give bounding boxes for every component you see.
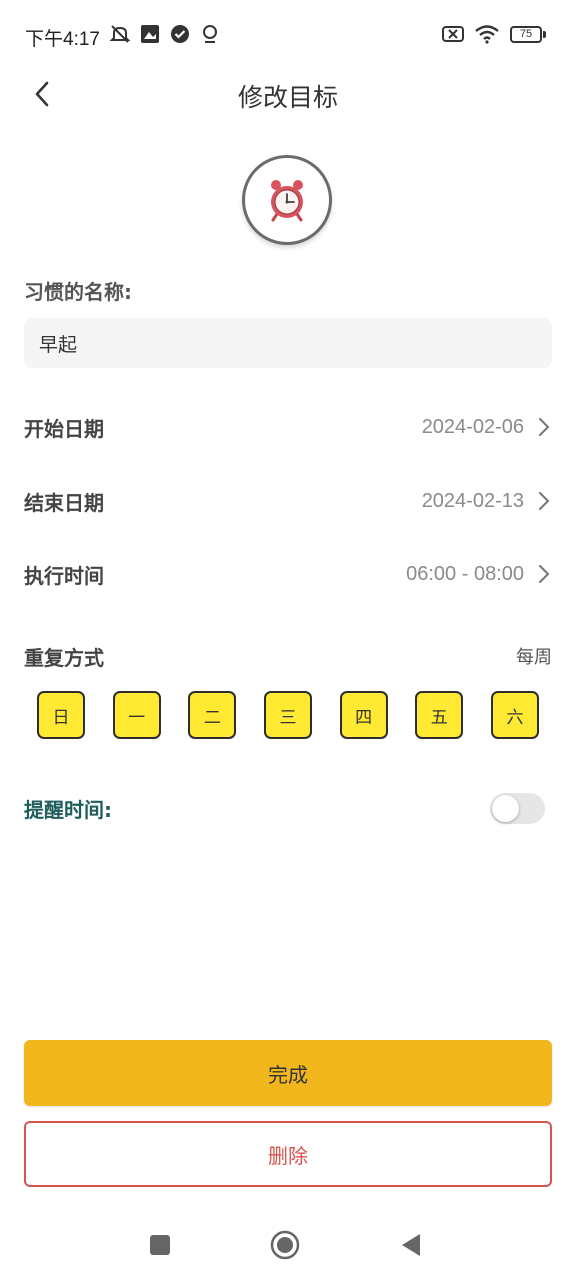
repeat-value: 每周	[516, 647, 552, 668]
habit-name-input[interactable]: 早起	[24, 318, 552, 368]
day-tue[interactable]: 二	[188, 691, 237, 739]
day-sun[interactable]: 日	[37, 691, 85, 739]
back-nav-button[interactable]	[396, 1230, 426, 1260]
sim-off-icon	[442, 22, 464, 46]
habit-name-label: 习惯的名称:	[24, 280, 132, 304]
done-button[interactable]: 完成	[24, 1040, 552, 1106]
recents-button[interactable]	[145, 1230, 175, 1260]
day-sat[interactable]: 六	[490, 691, 539, 739]
exec-time-value: 06:00 - 08:00	[406, 562, 524, 585]
chevron-right-icon	[538, 564, 552, 584]
start-date-row[interactable]: 开始日期 2024-02-06	[24, 407, 552, 447]
exec-time-row[interactable]: 执行时间 06:00 - 08:00	[24, 554, 552, 594]
triangle-back-icon	[402, 1234, 420, 1256]
chevron-right-icon	[538, 417, 552, 437]
header: 修改目标	[0, 66, 576, 122]
reminder-label: 提醒时间:	[24, 798, 112, 822]
weekday-selector: 日 一 二 三 四 五 六	[37, 691, 539, 739]
toggle-knob	[492, 795, 519, 822]
status-bar: 下午4:17 75	[0, 0, 576, 72]
home-button[interactable]	[270, 1230, 300, 1260]
location-icon	[199, 22, 221, 46]
exec-time-label: 执行时间	[24, 563, 104, 588]
check-circle-icon	[169, 22, 191, 46]
status-time: 下午4:17	[25, 29, 100, 50]
wifi-icon	[474, 22, 500, 46]
start-date-label: 开始日期	[24, 416, 104, 441]
day-thu[interactable]: 四	[339, 691, 388, 739]
circle-icon	[270, 1230, 300, 1260]
repeat-label: 重复方式	[24, 645, 104, 670]
day-fri[interactable]: 五	[415, 691, 464, 739]
start-date-value: 2024-02-06	[421, 415, 524, 438]
repeat-row[interactable]: 重复方式 每周	[24, 640, 552, 672]
day-mon[interactable]: 一	[112, 691, 161, 739]
edit-goal-screen: 下午4:17 75 修改目标 习惯的名称: 早起 开始日期 2024-02-06…	[0, 0, 576, 1280]
page-title: 修改目标	[237, 83, 338, 112]
day-wed[interactable]: 三	[263, 691, 312, 739]
end-date-label: 结束日期	[24, 490, 104, 515]
alarm-clock-icon	[271, 180, 303, 222]
image-icon	[139, 22, 161, 46]
reminder-toggle[interactable]	[490, 793, 545, 824]
battery-icon: 75	[510, 25, 546, 43]
habit-name-value: 早起	[39, 333, 78, 356]
end-date-value: 2024-02-13	[421, 489, 524, 512]
chevron-right-icon	[538, 491, 552, 511]
mute-icon	[109, 22, 131, 46]
battery-level: 75	[510, 25, 542, 43]
habit-icon-button[interactable]	[242, 155, 332, 245]
end-date-row[interactable]: 结束日期 2024-02-13	[24, 481, 552, 521]
delete-button[interactable]: 删除	[24, 1121, 552, 1187]
square-icon	[150, 1235, 170, 1255]
system-nav-bar	[0, 1210, 576, 1280]
